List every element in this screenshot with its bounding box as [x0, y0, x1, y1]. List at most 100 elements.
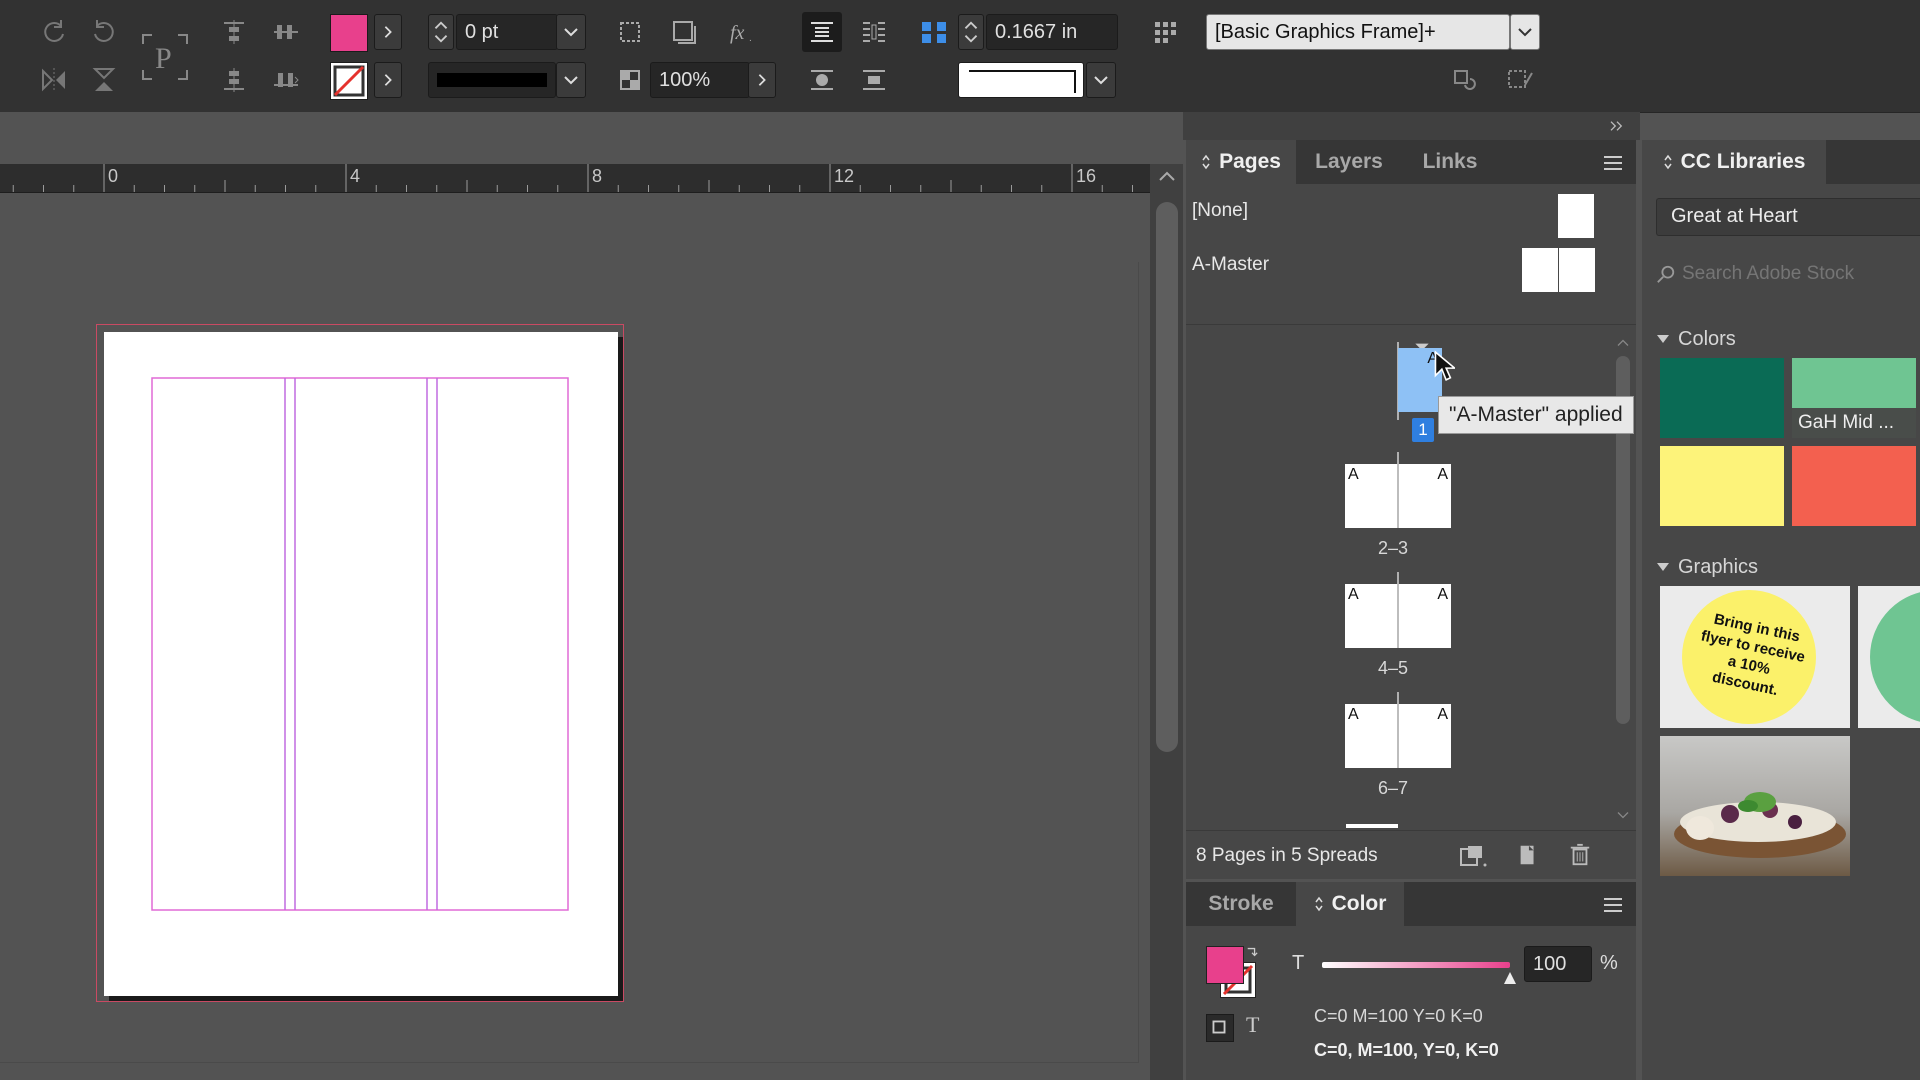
- tooltip: "A-Master" applied: [1438, 396, 1634, 434]
- stock-search-input[interactable]: [1680, 256, 1920, 292]
- swap-fill-stroke-icon[interactable]: [1246, 946, 1258, 958]
- color-fill-swatch[interactable]: [1206, 946, 1244, 984]
- master-none-row[interactable]: [None]: [1186, 190, 1636, 238]
- align-top-icon[interactable]: [214, 12, 254, 52]
- master-none-thumbnail[interactable]: [1558, 194, 1594, 238]
- stroke-weight-field[interactable]: 0 pt: [456, 14, 558, 50]
- master-a-row[interactable]: A-Master: [1186, 244, 1636, 292]
- opacity-field[interactable]: 100%: [650, 62, 750, 98]
- tab-pages-label: Pages: [1219, 150, 1281, 173]
- master-a-right-thumbnail[interactable]: [1559, 248, 1595, 292]
- tint-slider[interactable]: [1322, 962, 1510, 968]
- spread-4-5[interactable]: A A 4–5: [1186, 572, 1614, 682]
- library-selector[interactable]: Great at Heart: [1656, 198, 1920, 236]
- tab-links[interactable]: Links: [1402, 140, 1498, 184]
- library-graphic-food-photo[interactable]: [1660, 736, 1850, 876]
- library-color-swatch[interactable]: [1660, 446, 1784, 526]
- corner-shape-dropdown[interactable]: [1086, 62, 1116, 98]
- offset-field[interactable]: 0.1667 in: [986, 14, 1118, 50]
- wrap-object-shape-icon[interactable]: [802, 60, 842, 100]
- new-page-icon[interactable]: [1516, 843, 1540, 867]
- wrap-around-bounding-box-icon[interactable]: [802, 12, 842, 52]
- pages-scroll-down-icon[interactable]: [1615, 810, 1631, 820]
- scrollbar-thumb[interactable]: [1156, 202, 1178, 752]
- page-2-thumbnail[interactable]: A: [1345, 464, 1397, 528]
- align-bottom-icon[interactable]: [214, 60, 254, 100]
- page-2-master-letter: A: [1348, 466, 1359, 483]
- distribute-right-icon[interactable]: [266, 60, 306, 100]
- stroke-swatch-menu-button[interactable]: [374, 62, 402, 98]
- document-page[interactable]: [104, 332, 618, 996]
- svg-text:P: P: [155, 42, 172, 75]
- tint-value-field[interactable]: 100: [1524, 946, 1592, 982]
- tab-pages[interactable]: Pages: [1186, 140, 1296, 184]
- scroll-up-icon[interactable]: [1157, 170, 1177, 184]
- master-a-left-thumbnail[interactable]: [1522, 248, 1558, 292]
- stroke-type-dropdown[interactable]: [556, 62, 586, 98]
- spread-2-3[interactable]: A A 2–3: [1186, 452, 1614, 562]
- tab-cc-libraries[interactable]: CC Libraries: [1642, 140, 1826, 184]
- search-icon: [1657, 265, 1675, 283]
- drop-shadow-icon[interactable]: [664, 12, 704, 52]
- page-5-thumbnail[interactable]: A: [1399, 584, 1451, 648]
- fill-swatch-menu-button[interactable]: [374, 14, 402, 50]
- clear-non-defined-attributes-icon[interactable]: [1502, 62, 1538, 98]
- library-graphic-logo[interactable]: [1858, 586, 1920, 728]
- tint-slider-handle-icon[interactable]: [1502, 970, 1518, 986]
- tab-color[interactable]: Color: [1296, 882, 1404, 926]
- edit-page-size-icon[interactable]: [1458, 843, 1488, 869]
- library-color-swatch[interactable]: GaH Mid ...: [1792, 358, 1916, 438]
- opacity-arrow-button[interactable]: [748, 62, 776, 98]
- logo-circle: [1870, 590, 1920, 724]
- stroke-swatch-none[interactable]: [330, 62, 368, 100]
- spine-line: [1397, 572, 1399, 584]
- effects-fx-icon[interactable]: fx.: [722, 12, 762, 52]
- stroke-weight-dropdown[interactable]: [556, 14, 586, 50]
- page-6-thumbnail[interactable]: A: [1345, 704, 1397, 768]
- fill-swatch[interactable]: [330, 14, 368, 52]
- page-8-thumbnail-partial[interactable]: [1346, 824, 1398, 828]
- reference-point-icon[interactable]: P: [138, 30, 192, 84]
- collapse-panels-icon[interactable]: [1608, 120, 1626, 132]
- tab-stroke[interactable]: Stroke: [1186, 882, 1296, 926]
- object-styles-icon[interactable]: [1146, 12, 1186, 52]
- colors-section-header[interactable]: Colors: [1656, 326, 1736, 352]
- offset-stepper[interactable]: [958, 14, 984, 50]
- stroke-type-field[interactable]: [428, 62, 556, 98]
- corner-shape-field[interactable]: [958, 62, 1084, 98]
- panel-dock-header: [1183, 112, 1640, 140]
- rotate-clockwise-icon[interactable]: [34, 12, 74, 52]
- master-a-label: A-Master: [1192, 254, 1270, 275]
- object-style-field[interactable]: [Basic Graphics Frame]+: [1206, 14, 1510, 50]
- color-panel-menu-icon[interactable]: [1602, 896, 1624, 914]
- tab-layers[interactable]: Layers: [1296, 140, 1402, 184]
- formatting-container-button[interactable]: [1206, 1014, 1234, 1042]
- library-graphic-flyer[interactable]: Bring in this flyer to receive a 10% dis…: [1660, 586, 1850, 728]
- page-4-thumbnail[interactable]: A: [1345, 584, 1397, 648]
- graphics-section-header[interactable]: Graphics: [1656, 554, 1758, 580]
- ruler-label-0: 0: [108, 166, 119, 186]
- library-color-swatch[interactable]: [1792, 446, 1916, 526]
- jump-object-icon[interactable]: [854, 60, 894, 100]
- library-color-swatch[interactable]: [1660, 358, 1784, 438]
- frame-fitting-icon[interactable]: [610, 12, 650, 52]
- tint-label: T: [1292, 952, 1305, 974]
- horizontal-ruler[interactable]: 0 4 8 12 16: [0, 164, 1150, 193]
- stroke-weight-stepper[interactable]: [428, 14, 454, 50]
- panel-menu-icon[interactable]: [1602, 154, 1624, 172]
- vertical-scrollbar[interactable]: [1150, 164, 1183, 1080]
- pages-scroll-up-icon[interactable]: [1615, 338, 1631, 348]
- page-7-thumbnail[interactable]: A: [1399, 704, 1451, 768]
- page-3-thumbnail[interactable]: A: [1399, 464, 1451, 528]
- flip-horizontal-icon[interactable]: [34, 60, 74, 100]
- flip-vertical-icon[interactable]: [84, 60, 124, 100]
- rotate-counterclockwise-icon[interactable]: [84, 12, 124, 52]
- formatting-text-button[interactable]: T: [1246, 1012, 1259, 1038]
- wrap-columns-icon[interactable]: [854, 12, 894, 52]
- clear-overrides-icon[interactable]: [1448, 62, 1484, 98]
- object-style-dropdown[interactable]: [1510, 14, 1540, 50]
- delete-page-icon[interactable]: [1568, 843, 1592, 867]
- page-4-master-letter: A: [1348, 586, 1359, 603]
- distribute-left-icon[interactable]: [266, 12, 306, 52]
- spread-6-7[interactable]: A A 6–7: [1186, 692, 1614, 802]
